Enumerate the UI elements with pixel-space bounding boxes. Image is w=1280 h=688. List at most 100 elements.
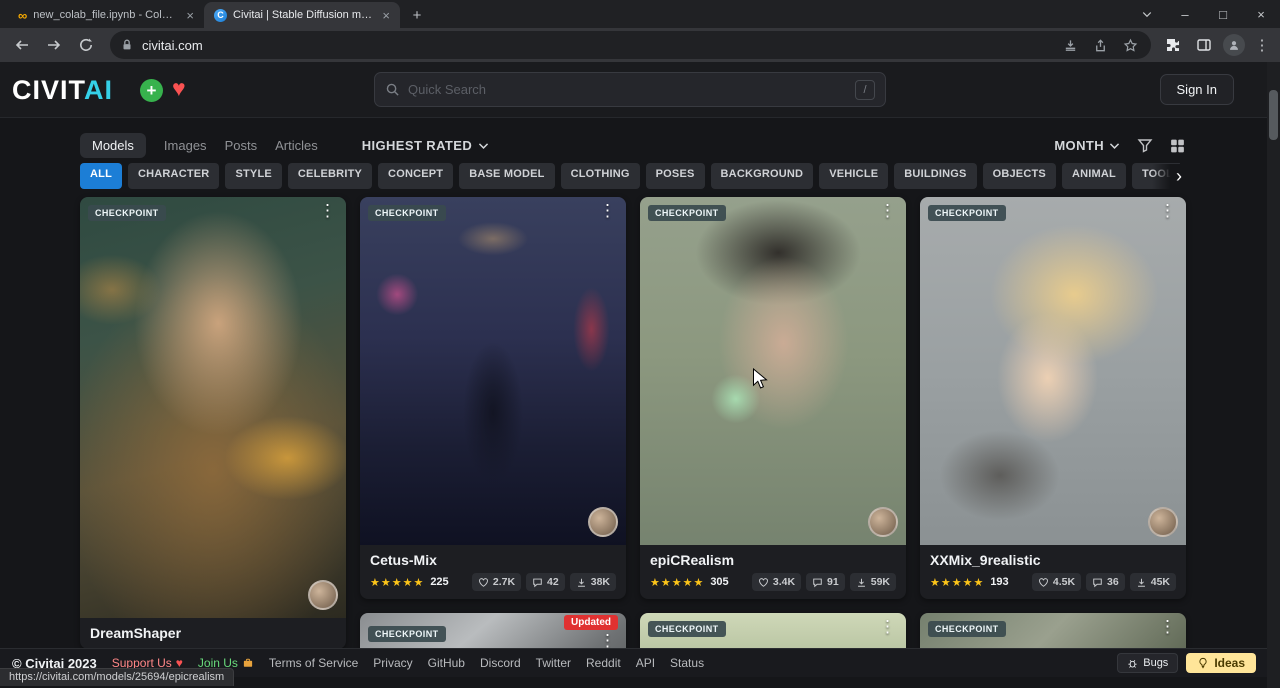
card-menu-icon[interactable]: ⋮ <box>1155 615 1180 639</box>
tab-articles[interactable]: Articles <box>275 138 318 153</box>
browser-profile-avatar[interactable] <box>1223 34 1245 56</box>
card-menu-icon[interactable]: ⋮ <box>315 199 340 223</box>
category-chip-vehicle[interactable]: VEHICLE <box>819 163 888 189</box>
creator-avatar[interactable] <box>1148 507 1178 537</box>
civitai-logo[interactable]: CIVITAI <box>12 75 113 106</box>
reload-button[interactable] <box>72 31 100 59</box>
period-dropdown[interactable]: MONTH <box>1054 138 1121 153</box>
favorites-heart-icon[interactable]: ♥ <box>172 75 186 102</box>
close-tab-icon[interactable]: × <box>380 8 392 23</box>
comments-stat: 91 <box>806 573 845 591</box>
extensions-icon[interactable] <box>1161 33 1185 57</box>
scrollbar-thumb[interactable] <box>1269 90 1278 140</box>
creator-avatar[interactable] <box>308 580 338 610</box>
filter-icon[interactable] <box>1137 137 1153 153</box>
card-menu-icon[interactable]: ⋮ <box>875 199 900 223</box>
heart-icon <box>758 577 769 588</box>
likes-stat: 3.4K <box>752 573 801 591</box>
url-text: civitai.com <box>142 38 203 53</box>
heart-icon <box>1038 577 1049 588</box>
model-card-cetus-mix[interactable]: CHECKPOINT ⋮ Cetus-Mix ★★★★★ 225 2.7K 42… <box>360 197 626 599</box>
sort-label: HIGHEST RATED <box>362 138 472 153</box>
category-chip-objects[interactable]: OBJECTS <box>983 163 1056 189</box>
lightbulb-icon <box>1197 657 1209 669</box>
tab-civitai[interactable]: C Civitai | Stable Diffusion models, × <box>204 2 400 28</box>
updated-badge: Updated <box>564 615 618 630</box>
category-chip-poses[interactable]: POSES <box>646 163 705 189</box>
model-title: XXMix_9realistic <box>930 552 1176 568</box>
comments-count: 42 <box>547 576 559 588</box>
footer-link-github[interactable]: GitHub <box>428 656 465 670</box>
tab-colab[interactable]: ∞ new_colab_file.ipynb - Colaborat × <box>8 2 204 28</box>
creator-avatar[interactable] <box>588 507 618 537</box>
close-tab-icon[interactable]: × <box>184 8 196 23</box>
close-window-button[interactable]: × <box>1242 0 1280 28</box>
footer-link-api[interactable]: API <box>636 656 655 670</box>
category-chip-all[interactable]: ALL <box>80 163 122 189</box>
card-meta: Cetus-Mix ★★★★★ 225 2.7K 42 38K <box>360 545 626 599</box>
model-card-dreamshaper[interactable]: CHECKPOINT ⋮ DreamShaper <box>80 197 346 649</box>
category-chip-buildings[interactable]: BUILDINGS <box>894 163 976 189</box>
category-chip-style[interactable]: STYLE <box>225 163 281 189</box>
tab-models[interactable]: Models <box>80 133 146 158</box>
tab-images[interactable]: Images <box>164 138 207 153</box>
footer-link-privacy[interactable]: Privacy <box>373 656 412 670</box>
category-chip-celebrity[interactable]: CELEBRITY <box>288 163 372 189</box>
footer-link-status[interactable]: Status <box>670 656 704 670</box>
download-icon <box>1136 577 1147 588</box>
card-menu-icon[interactable]: ⋮ <box>595 199 620 223</box>
heart-icon <box>478 577 489 588</box>
footer-link-discord[interactable]: Discord <box>480 656 521 670</box>
window-menu-icon[interactable] <box>1128 0 1166 28</box>
page-scrollbar[interactable] <box>1267 62 1280 688</box>
browser-menu-icon[interactable]: ⋮ <box>1252 36 1272 54</box>
chevron-down-icon <box>477 139 490 152</box>
downloads-count: 38K <box>591 576 610 588</box>
footer-link-terms[interactable]: Terms of Service <box>269 656 358 670</box>
card-meta: DreamShaper <box>80 618 346 649</box>
address-bar[interactable]: civitai.com <box>110 31 1151 59</box>
back-button[interactable] <box>8 31 36 59</box>
side-panel-icon[interactable] <box>1192 33 1216 57</box>
footer-link-reddit[interactable]: Reddit <box>586 656 621 670</box>
card-column: CHECKPOINT ⋮ epiCRealism ★★★★★ 305 3.4K … <box>640 197 906 688</box>
ideas-button[interactable]: Ideas <box>1186 653 1256 673</box>
card-menu-icon[interactable]: ⋮ <box>875 615 900 639</box>
search-shortcut-key: / <box>855 80 875 100</box>
minimize-button[interactable]: – <box>1166 0 1204 28</box>
likes-stat: 4.5K <box>1032 573 1081 591</box>
downloads-stat: 59K <box>850 573 896 591</box>
model-card-xxmix[interactable]: CHECKPOINT ⋮ XXMix_9realistic ★★★★★ 193 … <box>920 197 1186 599</box>
window-controls: – □ × <box>1128 0 1280 28</box>
bugs-button[interactable]: Bugs <box>1117 653 1178 673</box>
sort-dropdown[interactable]: HIGHEST RATED <box>362 138 490 153</box>
tab-posts[interactable]: Posts <box>225 138 258 153</box>
footer-link-twitter[interactable]: Twitter <box>536 656 571 670</box>
chips-scroll-right-button[interactable]: › <box>1152 164 1186 189</box>
category-chip-character[interactable]: CHARACTER <box>128 163 219 189</box>
category-chip-concept[interactable]: CONCEPT <box>378 163 453 189</box>
creator-avatar[interactable] <box>868 507 898 537</box>
maximize-button[interactable]: □ <box>1204 0 1242 28</box>
comments-count: 36 <box>1107 576 1119 588</box>
browser-toolbar: civitai.com ⋮ <box>0 28 1280 62</box>
install-app-icon[interactable] <box>1059 34 1081 56</box>
search-input[interactable] <box>408 82 847 97</box>
create-button[interactable]: + <box>140 79 163 102</box>
layout-toggle-icon[interactable] <box>1169 137 1186 154</box>
model-card-epicrealism[interactable]: CHECKPOINT ⋮ epiCRealism ★★★★★ 305 3.4K … <box>640 197 906 599</box>
forward-button[interactable] <box>40 31 68 59</box>
search-bar[interactable]: / <box>374 72 886 107</box>
sign-in-button[interactable]: Sign In <box>1160 74 1234 105</box>
share-icon[interactable] <box>1089 34 1111 56</box>
category-chip-base-model[interactable]: BASE MODEL <box>459 163 554 189</box>
new-tab-button[interactable]: + <box>404 2 430 28</box>
category-chip-background[interactable]: BACKGROUND <box>711 163 814 189</box>
search-icon <box>385 82 400 97</box>
category-chip-clothing[interactable]: CLOTHING <box>561 163 640 189</box>
category-chip-animal[interactable]: ANIMAL <box>1062 163 1126 189</box>
lock-icon <box>120 38 134 52</box>
bookmark-star-icon[interactable] <box>1119 34 1141 56</box>
card-menu-icon[interactable]: ⋮ <box>1155 199 1180 223</box>
bugs-label: Bugs <box>1143 657 1168 669</box>
